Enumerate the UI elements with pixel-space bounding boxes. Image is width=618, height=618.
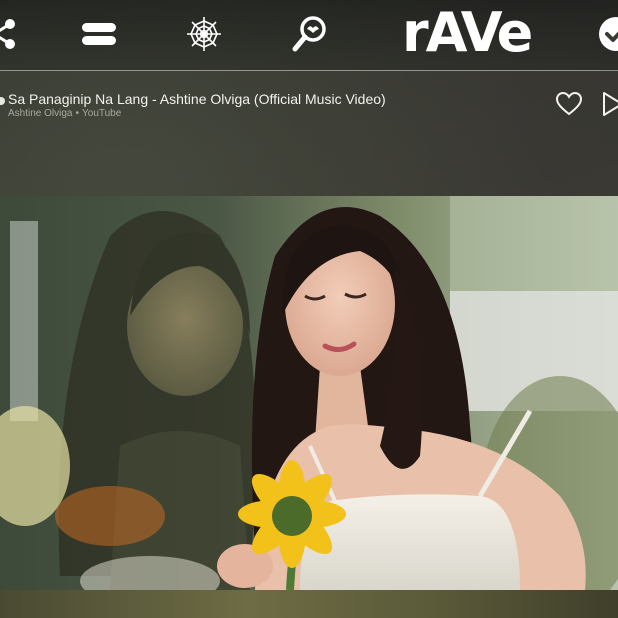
video-title[interactable]: Sa Panaginip Na Lang - Ashtine Olviga (O… bbox=[8, 91, 548, 107]
subtitle-separator: • bbox=[75, 108, 79, 119]
bottom-bar bbox=[0, 590, 618, 618]
nav-divider bbox=[0, 70, 618, 71]
search-icon[interactable] bbox=[290, 14, 330, 54]
music-note-icon bbox=[0, 92, 6, 106]
play-icon[interactable] bbox=[601, 90, 618, 118]
video-frame-image bbox=[0, 196, 618, 590]
spider-web-icon[interactable] bbox=[184, 14, 224, 54]
top-nav-bar: rAVe bbox=[0, 0, 618, 70]
source-name: YouTube bbox=[82, 108, 122, 119]
video-subtitle: Ashtine Olviga • YouTube bbox=[8, 108, 308, 119]
like-heart-icon[interactable] bbox=[555, 90, 583, 118]
channel-name[interactable]: Ashtine Olviga bbox=[8, 108, 72, 119]
check-circle-icon[interactable] bbox=[596, 14, 618, 54]
share-nodes-icon[interactable] bbox=[0, 14, 22, 54]
logo-text: rAVe bbox=[402, 1, 533, 64]
video-player[interactable] bbox=[0, 196, 618, 590]
rave-logo: rAVe bbox=[402, 1, 533, 64]
menu-icon[interactable] bbox=[79, 14, 119, 54]
